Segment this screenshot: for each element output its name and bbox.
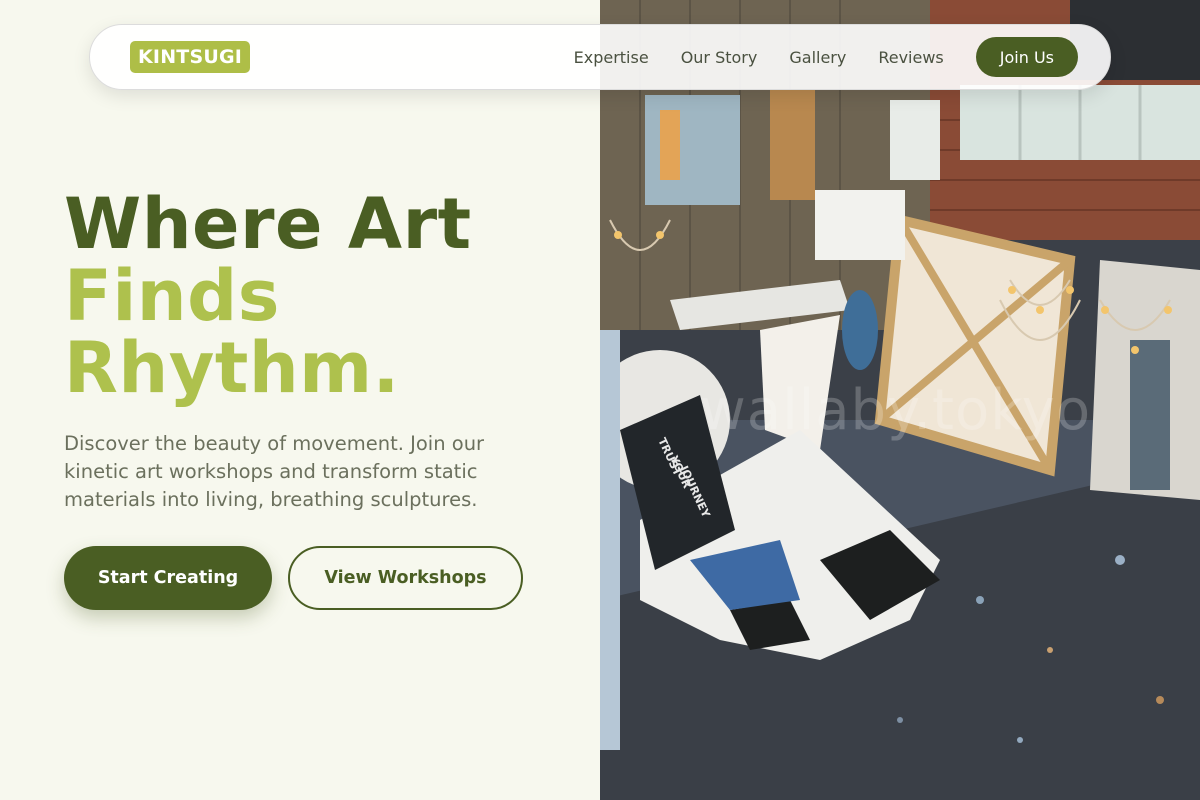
nav-link-expertise[interactable]: Expertise bbox=[574, 48, 649, 67]
join-us-button[interactable]: Join Us bbox=[975, 37, 1078, 77]
image-watermark: wallaby.tokyo bbox=[700, 378, 1092, 443]
hero-title: Where Art Finds Rhythm. bbox=[64, 188, 472, 404]
nav-link-our-story[interactable]: Our Story bbox=[681, 48, 758, 67]
nav-link-gallery[interactable]: Gallery bbox=[789, 48, 846, 67]
nav-link-reviews[interactable]: Reviews bbox=[878, 48, 943, 67]
hero-title-line-1: Where Art bbox=[64, 183, 472, 265]
hero-description: Discover the beauty of movement. Join ou… bbox=[64, 432, 485, 511]
hero-title-line-2: Finds bbox=[64, 255, 280, 337]
hero-title-line-3: Rhythm. bbox=[64, 327, 400, 409]
navbar: KINTSUGI Expertise Our Story Gallery Rev… bbox=[89, 24, 1111, 90]
brand-logo[interactable]: KINTSUGI bbox=[130, 41, 251, 73]
nav-links: Expertise Our Story Gallery Reviews bbox=[574, 48, 944, 67]
view-workshops-button[interactable]: View Workshops bbox=[288, 546, 523, 610]
start-creating-button[interactable]: Start Creating bbox=[64, 546, 272, 610]
